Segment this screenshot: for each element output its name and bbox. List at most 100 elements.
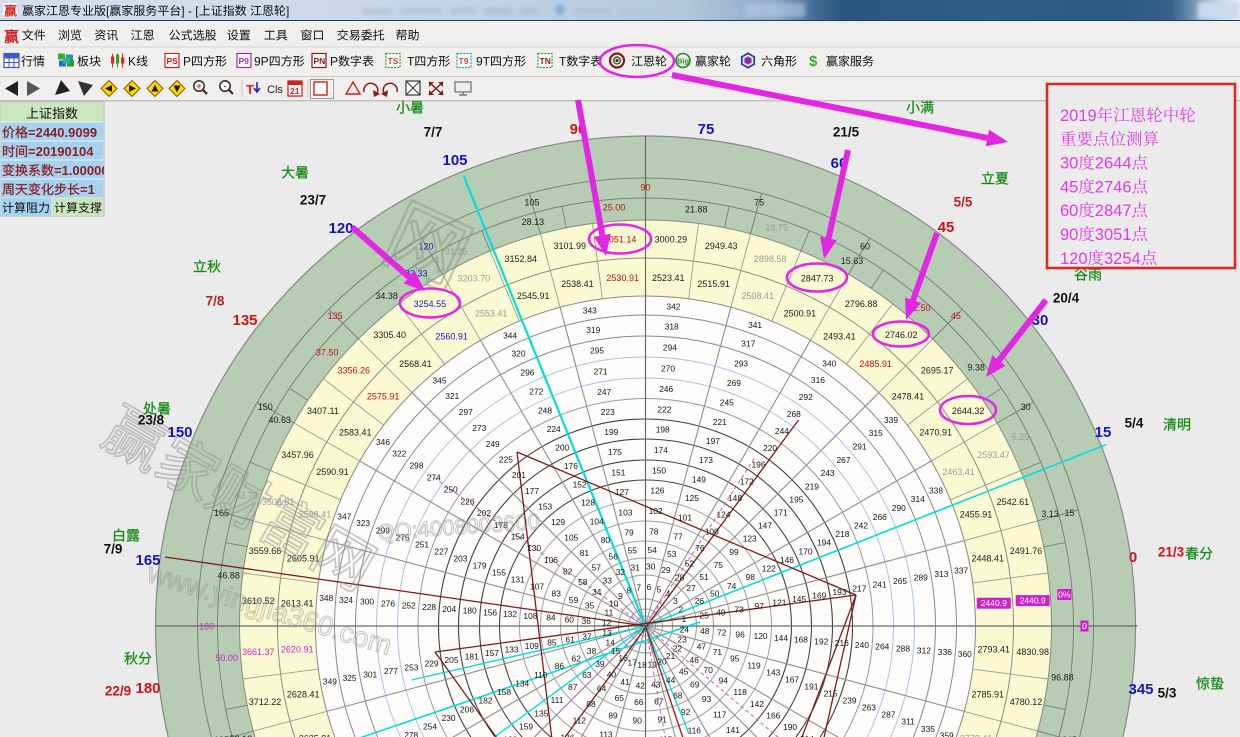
svg-text:19: 19: [648, 659, 658, 669]
svg-text:75: 75: [698, 121, 715, 138]
svg-text:190: 190: [783, 722, 797, 732]
svg-text:2515.91: 2515.91: [697, 279, 730, 289]
svg-text:T: T: [407, 55, 415, 69]
svg-text:2847.73: 2847.73: [801, 274, 834, 284]
svg-text:23: 23: [677, 634, 687, 644]
svg-text:13: 13: [602, 628, 612, 638]
svg-text:172: 172: [740, 476, 754, 486]
svg-text:206: 206: [460, 704, 474, 714]
svg-text:215: 215: [824, 688, 838, 698]
svg-text:85: 85: [547, 638, 557, 648]
svg-text:30: 30: [1021, 402, 1031, 412]
svg-text:=1.00000: =1.00000: [54, 163, 109, 178]
svg-text:2583.41: 2583.41: [339, 428, 372, 438]
svg-text:2440.9: 2440.9: [981, 598, 1007, 608]
svg-text:2530.91: 2530.91: [606, 273, 639, 283]
svg-text:75: 75: [754, 198, 764, 208]
svg-text:20/4: 20/4: [1053, 291, 1080, 306]
svg-text:3457.96: 3457.96: [281, 450, 314, 460]
svg-text:2542.61: 2542.61: [997, 497, 1030, 507]
svg-text:293: 293: [734, 358, 748, 368]
svg-text:40.63: 40.63: [269, 415, 292, 425]
svg-text:15: 15: [1064, 508, 1074, 518]
svg-text:177: 177: [525, 486, 539, 496]
svg-text:51: 51: [699, 572, 709, 582]
svg-text:194: 194: [817, 538, 831, 548]
svg-text:2746.02: 2746.02: [885, 330, 918, 340]
svg-text:3000.29: 3000.29: [655, 234, 688, 244]
svg-text:142: 142: [750, 699, 764, 709]
svg-text:45: 45: [951, 311, 961, 321]
svg-text:4830.98: 4830.98: [1016, 647, 1049, 657]
svg-text:324: 324: [339, 595, 353, 605]
svg-text:80: 80: [601, 535, 611, 545]
svg-text:65: 65: [615, 693, 625, 703]
svg-text:149: 149: [692, 474, 706, 484]
svg-text:30: 30: [646, 562, 656, 572]
svg-text:45: 45: [1060, 178, 1078, 196]
svg-text:46: 46: [690, 655, 700, 665]
svg-text:274: 274: [427, 473, 441, 483]
svg-text:90: 90: [1060, 226, 1078, 244]
svg-text:]: ]: [286, 4, 289, 18]
svg-text:165: 165: [135, 552, 160, 569]
svg-text:2440.9: 2440.9: [1020, 596, 1046, 606]
svg-text:244: 244: [775, 426, 789, 436]
svg-text:121: 121: [772, 597, 786, 607]
svg-text:7: 7: [636, 583, 641, 593]
svg-text:9: 9: [618, 591, 623, 601]
svg-text:67: 67: [654, 696, 664, 706]
svg-text:291: 291: [853, 441, 867, 451]
svg-text:248: 248: [538, 406, 552, 416]
svg-text:97: 97: [755, 601, 765, 611]
svg-text:2463.41: 2463.41: [942, 467, 975, 477]
svg-text:71: 71: [713, 647, 723, 657]
svg-text:82: 82: [563, 567, 573, 577]
svg-text:347: 347: [337, 511, 351, 521]
svg-text:47: 47: [697, 641, 707, 651]
svg-text:179: 179: [473, 561, 487, 571]
svg-text:90: 90: [640, 183, 650, 193]
svg-text:26: 26: [695, 596, 705, 606]
svg-text:174: 174: [654, 445, 668, 455]
svg-text:81: 81: [580, 548, 590, 558]
svg-text:18.75: 18.75: [765, 223, 788, 233]
svg-text:338: 338: [929, 486, 943, 496]
svg-text:199: 199: [604, 427, 618, 437]
svg-text:33: 33: [603, 575, 613, 585]
svg-text:2898.58: 2898.58: [754, 254, 787, 264]
svg-text:221: 221: [713, 417, 727, 427]
svg-text:73: 73: [734, 605, 744, 615]
svg-text:Big: Big: [677, 57, 690, 66]
svg-text:175: 175: [608, 447, 622, 457]
svg-text:40: 40: [607, 670, 617, 680]
svg-text:182: 182: [479, 696, 493, 706]
svg-text:120: 120: [328, 220, 353, 237]
svg-text:133: 133: [505, 645, 519, 655]
svg-text:$: $: [809, 53, 818, 70]
svg-text:271: 271: [594, 366, 608, 376]
svg-text:243: 243: [821, 468, 835, 478]
svg-text:2538.41: 2538.41: [561, 279, 594, 289]
svg-text:203: 203: [453, 554, 467, 564]
svg-text:150: 150: [258, 402, 273, 412]
svg-text:180: 180: [463, 606, 477, 616]
svg-text:241: 241: [873, 580, 887, 590]
svg-text:4780.12: 4780.12: [1010, 697, 1043, 707]
svg-text:0%: 0%: [1058, 590, 1071, 600]
svg-text:30: 30: [1060, 155, 1078, 173]
svg-text:360: 360: [958, 649, 972, 659]
svg-text:313: 313: [934, 569, 948, 579]
svg-text:5/3: 5/3: [1158, 686, 1177, 701]
svg-text:130: 130: [527, 543, 541, 553]
svg-text:61: 61: [566, 634, 576, 644]
svg-text:152: 152: [573, 480, 587, 490]
svg-text:] - [: ] - [: [181, 4, 199, 18]
svg-text:2949.43: 2949.43: [705, 241, 738, 251]
svg-text:290: 290: [892, 503, 906, 513]
svg-text:169: 169: [812, 590, 826, 600]
svg-text:104: 104: [590, 516, 604, 526]
svg-text:21/5: 21/5: [833, 125, 860, 140]
svg-text:349: 349: [323, 677, 337, 687]
svg-text:2478.41: 2478.41: [892, 391, 925, 401]
